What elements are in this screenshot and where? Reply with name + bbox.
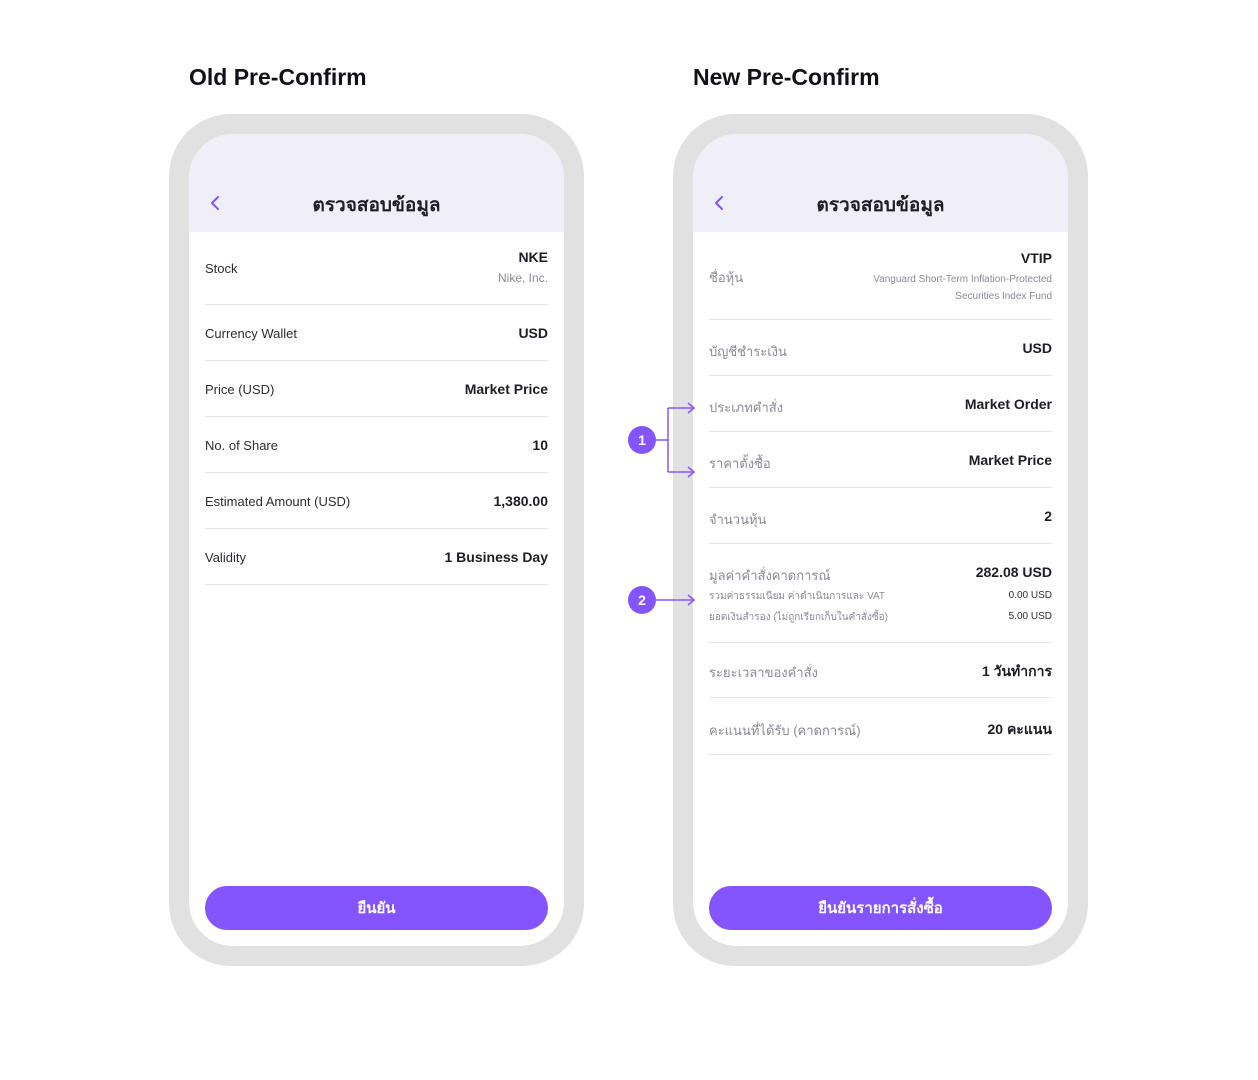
annotation-connectors bbox=[656, 402, 696, 606]
annotation-badge-2: 2 bbox=[628, 586, 656, 614]
annotation-badge-1: 1 bbox=[628, 426, 656, 454]
